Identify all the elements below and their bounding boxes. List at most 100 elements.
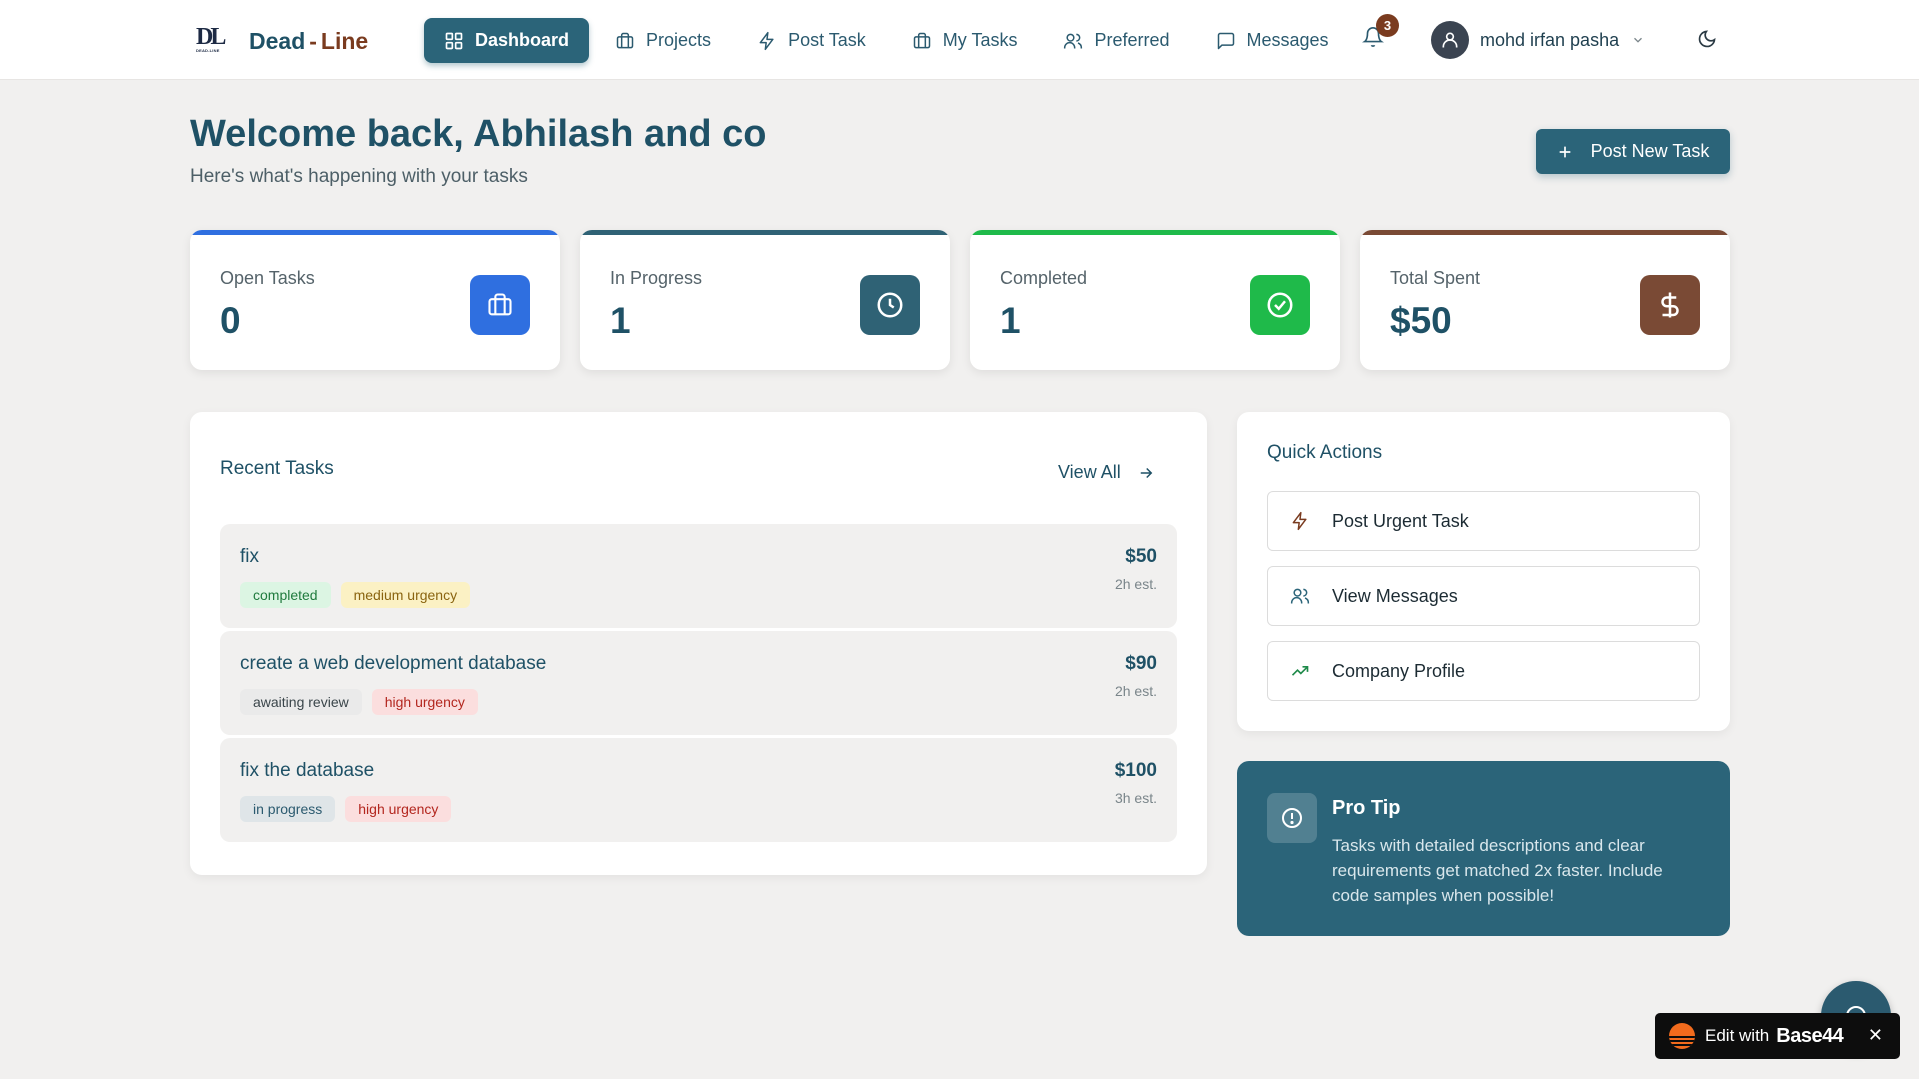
view-messages-button[interactable]: View Messages	[1267, 566, 1700, 626]
brand-mark-letters: DL	[196, 24, 226, 50]
status-badge: completed	[240, 582, 331, 608]
brand-name-part1: Dead	[249, 27, 306, 54]
close-icon[interactable]: ✕	[1868, 1025, 1883, 1046]
stat-accent-bar	[580, 230, 950, 235]
task-price: $90	[1125, 653, 1157, 674]
task-row[interactable]: create a web development database awaiti…	[220, 631, 1177, 735]
company-profile-button[interactable]: Company Profile	[1267, 641, 1700, 701]
stat-label: Open Tasks	[220, 268, 315, 288]
task-tags: completed medium urgency	[240, 582, 480, 608]
users-icon	[1290, 588, 1310, 604]
task-title: fix the database	[240, 760, 375, 781]
stat-value: 1	[610, 300, 631, 341]
moon-icon	[1698, 30, 1716, 48]
user-name: mohd irfan pasha	[1480, 29, 1620, 50]
stat-label: Total Spent	[1390, 268, 1481, 288]
nav-my-tasks-label: My Tasks	[942, 30, 1018, 50]
quick-actions-title: Quick Actions	[1267, 442, 1383, 463]
stat-accent-bar	[190, 230, 560, 235]
lightning-icon	[1292, 511, 1307, 531]
brand-mark-caption: DEAD-LINE	[196, 48, 220, 53]
lightning-icon	[759, 31, 774, 50]
users-icon	[1064, 33, 1083, 48]
task-tags: awaiting review high urgency	[240, 689, 488, 715]
task-row[interactable]: fix completed medium urgency $50 2h est.	[220, 524, 1177, 628]
nav-post-task[interactable]: Post Task	[737, 18, 886, 63]
dollar-icon	[1640, 275, 1700, 335]
arrow-right-icon	[1140, 467, 1153, 478]
task-row[interactable]: fix the database in progress high urgenc…	[220, 738, 1177, 842]
notification-count-badge: 3	[1376, 14, 1399, 37]
avatar	[1431, 21, 1469, 59]
task-tags: in progress high urgency	[240, 796, 461, 822]
stat-value: 1	[1000, 300, 1021, 341]
brand-name-sep: -	[309, 27, 317, 54]
nav-projects-label: Projects	[646, 30, 712, 50]
edit-with-base44-badge[interactable]: Edit with Base44 ✕	[1655, 1013, 1900, 1059]
task-estimate: 2h est.	[1114, 683, 1157, 699]
company-profile-label: Company Profile	[1332, 660, 1466, 681]
page-title: Welcome back, Abhilash and co	[190, 113, 767, 155]
pro-tip-title: Pro Tip	[1332, 797, 1401, 819]
page-subtitle: Here's what's happening with your tasks	[190, 166, 528, 187]
nav-dashboard-label: Dashboard	[475, 30, 570, 50]
task-title: create a web development database	[240, 653, 547, 674]
nav-projects[interactable]: Projects	[595, 18, 731, 63]
post-urgent-task-button[interactable]: Post Urgent Task	[1267, 491, 1700, 551]
stat-card-open-tasks: Open Tasks 0	[190, 230, 560, 370]
view-all-label: View All	[1058, 462, 1121, 482]
stat-value: $50	[1390, 300, 1452, 341]
alert-circle-icon	[1267, 793, 1317, 843]
urgency-badge: medium urgency	[340, 582, 471, 608]
clock-icon	[860, 275, 920, 335]
briefcase-icon	[616, 32, 634, 48]
nav-preferred-label: Preferred	[1094, 30, 1170, 50]
nav-post-task-label: Post Task	[788, 30, 866, 50]
task-estimate: 3h est.	[1114, 790, 1157, 806]
pro-tip-body: Tasks with detailed descriptions and cle…	[1332, 836, 1663, 905]
grid-icon	[445, 32, 463, 49]
stat-card-in-progress: In Progress 1	[580, 230, 950, 370]
briefcase-icon	[913, 32, 931, 48]
stat-label: Completed	[1000, 268, 1088, 288]
base44-logo-icon	[1669, 1023, 1695, 1049]
post-new-task-button[interactable]: Post New Task	[1536, 129, 1730, 174]
brand-logo[interactable]: DL DEAD-LINE Dead - Line	[196, 24, 368, 56]
main-nav: Dashboard Projects Post Task My Tasks Pr…	[424, 18, 1355, 63]
stat-card-completed: Completed 1	[970, 230, 1340, 370]
recent-tasks-panel: Recent Tasks View All fix completed medi…	[190, 412, 1207, 875]
trending-up-icon	[1291, 666, 1309, 676]
status-badge: in progress	[240, 796, 336, 822]
task-price: $100	[1114, 760, 1157, 781]
base44-edit-label: Edit with	[1705, 1026, 1770, 1045]
stat-card-total-spent: Total Spent $50	[1360, 230, 1730, 370]
post-urgent-task-label: Post Urgent Task	[1332, 510, 1469, 531]
plus-icon	[1559, 146, 1570, 157]
view-messages-label: View Messages	[1332, 585, 1458, 606]
stat-value: 0	[220, 300, 241, 341]
nav-messages[interactable]: Messages	[1196, 18, 1349, 63]
nav-dashboard[interactable]: Dashboard	[424, 18, 590, 63]
task-price: $50	[1125, 546, 1157, 567]
status-badge: awaiting review	[240, 689, 362, 715]
theme-toggle[interactable]	[1697, 29, 1719, 51]
view-all-link[interactable]: View All	[1058, 462, 1155, 483]
user-menu[interactable]: mohd irfan pasha	[1431, 21, 1645, 59]
user-icon	[1442, 32, 1458, 48]
recent-tasks-title: Recent Tasks	[220, 458, 334, 479]
message-icon	[1217, 32, 1234, 49]
nav-my-tasks[interactable]: My Tasks	[892, 18, 1038, 63]
brand-mark: DL DEAD-LINE	[196, 24, 228, 56]
brand-name: Dead - Line	[249, 28, 368, 55]
stat-accent-bar	[970, 230, 1340, 235]
stat-accent-bar	[1360, 230, 1730, 235]
task-title: fix	[240, 546, 259, 567]
nav-preferred[interactable]: Preferred	[1043, 18, 1189, 63]
nav-messages-label: Messages	[1246, 30, 1329, 50]
quick-actions-panel: Quick Actions Post Urgent Task View Mess…	[1237, 412, 1730, 731]
chevron-down-icon	[1634, 37, 1643, 43]
task-estimate: 2h est.	[1114, 576, 1157, 592]
top-navbar: DL DEAD-LINE Dead - Line Dashboard Project…	[0, 0, 1919, 80]
urgency-badge: high urgency	[345, 796, 452, 822]
notifications-button[interactable]: 3	[1362, 14, 1399, 52]
